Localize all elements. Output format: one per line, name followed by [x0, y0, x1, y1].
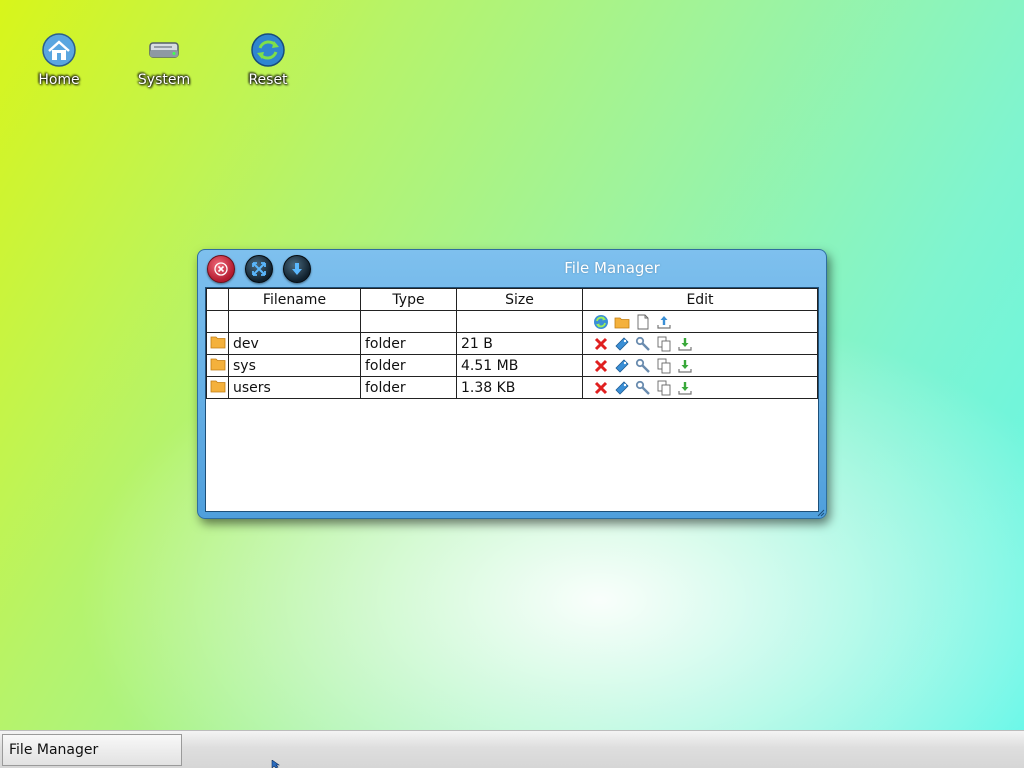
- delete-icon[interactable]: [593, 380, 609, 396]
- resize-grip-icon[interactable]: [817, 509, 825, 517]
- copy-icon[interactable]: [656, 380, 672, 396]
- folder-icon: [210, 358, 225, 370]
- rename-icon[interactable]: [614, 358, 630, 374]
- desktop-icon-system[interactable]: System: [119, 32, 209, 102]
- new-folder-icon[interactable]: [614, 314, 630, 330]
- file-size: 4.51 MB: [456, 354, 583, 377]
- desktop-icon-reset[interactable]: Reset: [223, 32, 313, 102]
- copy-icon[interactable]: [656, 336, 672, 352]
- table-header-row: Filename Type Size Edit: [206, 288, 818, 311]
- column-header-edit: Edit: [582, 288, 818, 311]
- close-button[interactable]: [207, 255, 235, 283]
- taskbar-item-file-manager[interactable]: File Manager: [2, 734, 182, 766]
- download-icon[interactable]: [677, 358, 693, 374]
- file-type: folder: [360, 376, 457, 399]
- window-title: File Manager: [564, 259, 660, 277]
- mouse-cursor-icon: [271, 760, 280, 768]
- desktop-icon-label: System: [137, 72, 191, 88]
- row-actions: [587, 336, 813, 352]
- maximize-icon: [252, 262, 266, 276]
- folder-icon: [210, 336, 225, 348]
- rename-icon[interactable]: [614, 336, 630, 352]
- rename-icon[interactable]: [614, 380, 630, 396]
- file-type: folder: [360, 332, 457, 355]
- column-header-filename[interactable]: Filename: [228, 288, 361, 311]
- desktop-icon-label: Home: [38, 72, 80, 88]
- toolbar-icons: [587, 314, 813, 330]
- file-name[interactable]: users: [228, 376, 361, 399]
- drive-icon: [149, 42, 179, 58]
- maximize-button[interactable]: [245, 255, 273, 283]
- file-list-panel: Filename Type Size Edit dev folder 21 B …: [205, 287, 819, 512]
- table-row[interactable]: users folder 1.38 KB: [206, 376, 818, 399]
- upload-icon[interactable]: [656, 314, 672, 330]
- file-name[interactable]: sys: [228, 354, 361, 377]
- desktop-icon-label: Reset: [248, 72, 288, 88]
- file-manager-window: File Manager Filename Type Size Edit dev…: [197, 249, 827, 519]
- desktop-icon-home[interactable]: Home: [14, 32, 104, 102]
- home-icon: [42, 33, 76, 67]
- file-name[interactable]: dev: [228, 332, 361, 355]
- delete-icon[interactable]: [593, 358, 609, 374]
- file-size: 21 B: [456, 332, 583, 355]
- column-header-size[interactable]: Size: [456, 288, 583, 311]
- copy-icon[interactable]: [656, 358, 672, 374]
- row-actions: [587, 380, 813, 396]
- file-table: Filename Type Size Edit dev folder 21 B …: [206, 288, 818, 399]
- minimize-button[interactable]: [283, 255, 311, 283]
- taskbar: File Manager: [0, 730, 1024, 768]
- column-header-type[interactable]: Type: [360, 288, 457, 311]
- file-type: folder: [360, 354, 457, 377]
- row-actions: [587, 358, 813, 374]
- column-header-icon: [206, 288, 229, 311]
- table-row[interactable]: dev folder 21 B: [206, 332, 818, 355]
- refresh-icon[interactable]: [593, 314, 609, 330]
- file-size: 1.38 KB: [456, 376, 583, 399]
- reset-icon: [251, 33, 285, 67]
- folder-icon: [210, 380, 225, 392]
- properties-icon[interactable]: [635, 358, 651, 374]
- close-icon: [214, 262, 228, 276]
- download-icon[interactable]: [677, 336, 693, 352]
- properties-icon[interactable]: [635, 336, 651, 352]
- properties-icon[interactable]: [635, 380, 651, 396]
- download-icon[interactable]: [677, 380, 693, 396]
- window-titlebar[interactable]: File Manager: [198, 250, 826, 288]
- new-file-icon[interactable]: [635, 314, 651, 330]
- table-row[interactable]: sys folder 4.51 MB: [206, 354, 818, 377]
- minimize-icon: [292, 263, 302, 275]
- toolbar-row: [206, 310, 818, 333]
- delete-icon[interactable]: [593, 336, 609, 352]
